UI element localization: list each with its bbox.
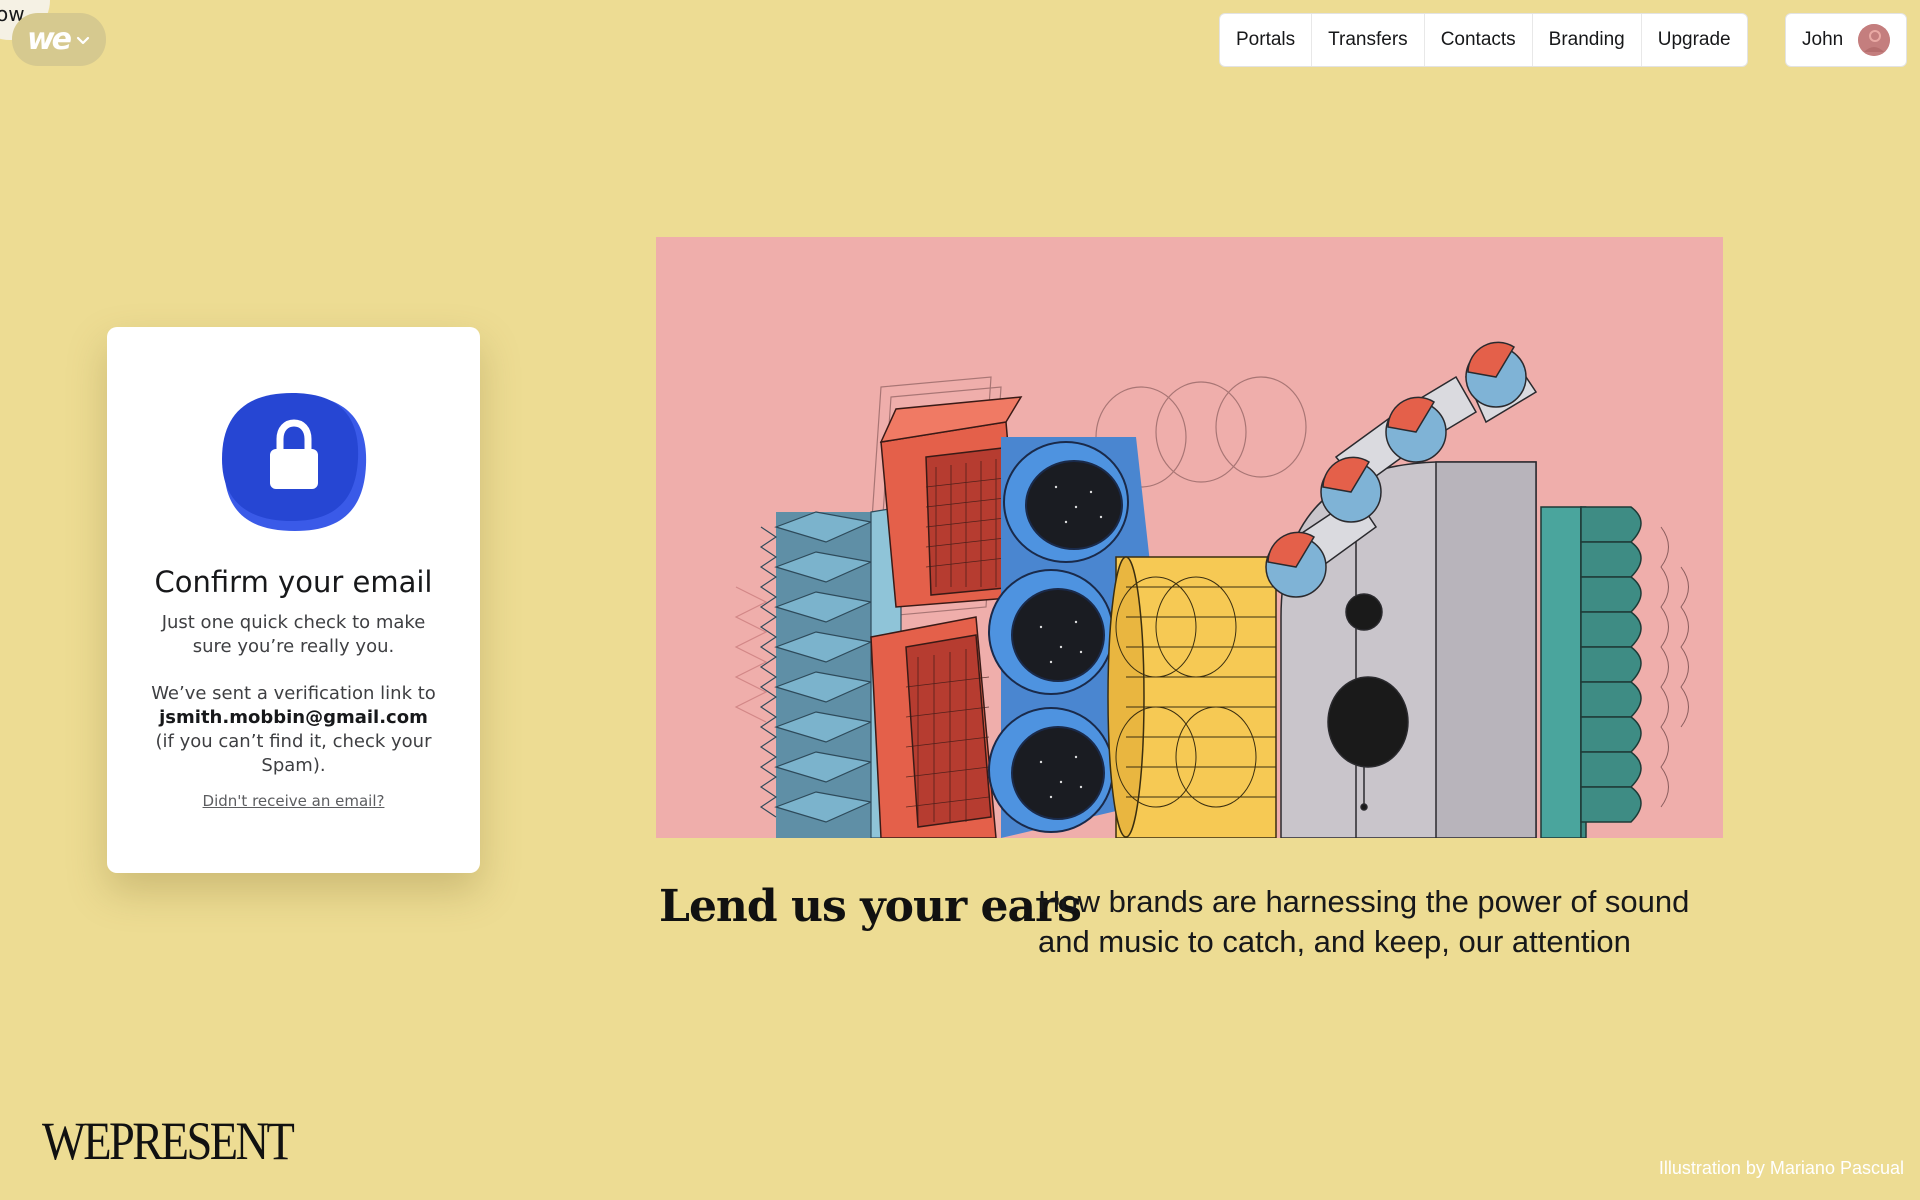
nav-portals[interactable]: Portals <box>1220 14 1313 66</box>
chevron-down-icon <box>76 36 90 44</box>
wetransfer-logo: we <box>26 22 72 57</box>
avatar-icon <box>1858 24 1890 56</box>
user-name: John <box>1802 29 1844 50</box>
nav-upgrade[interactable]: Upgrade <box>1642 14 1747 66</box>
top-nav: Portals Transfers Contacts Branding Upgr… <box>1219 13 1748 67</box>
card-body-intro: We’ve sent a verification link to <box>151 683 436 704</box>
nav-contacts[interactable]: Contacts <box>1425 14 1533 66</box>
article-headline[interactable]: Lend us your ears <box>659 881 1082 932</box>
nav-branding[interactable]: Branding <box>1533 14 1642 66</box>
lock-icon <box>220 389 370 535</box>
card-body-hint: (if you can’t find it, check your Spam). <box>155 731 432 776</box>
confirm-email-card: Confirm your email Just one quick check … <box>107 327 480 873</box>
user-menu-button[interactable]: John <box>1785 13 1907 67</box>
logo-menu-button[interactable]: we <box>12 13 106 66</box>
card-body: We’ve sent a verification link to jsmith… <box>147 682 440 778</box>
wepresent-logo[interactable]: WEPRESENT <box>42 1110 295 1172</box>
speaker-illustration[interactable] <box>656 237 1723 838</box>
card-title: Confirm your email <box>154 565 433 599</box>
card-subtitle: Just one quick check to make sure you’re… <box>161 612 426 657</box>
article-description: How brands are harnessing the power of s… <box>1038 884 1690 959</box>
email-address: jsmith.mobbin@gmail.com <box>159 707 428 728</box>
resend-email-link[interactable]: Didn't receive an email? <box>107 792 480 810</box>
nav-transfers[interactable]: Transfers <box>1312 14 1425 66</box>
illustration-credit: Illustration by Mariano Pascual <box>1658 1158 1904 1178</box>
